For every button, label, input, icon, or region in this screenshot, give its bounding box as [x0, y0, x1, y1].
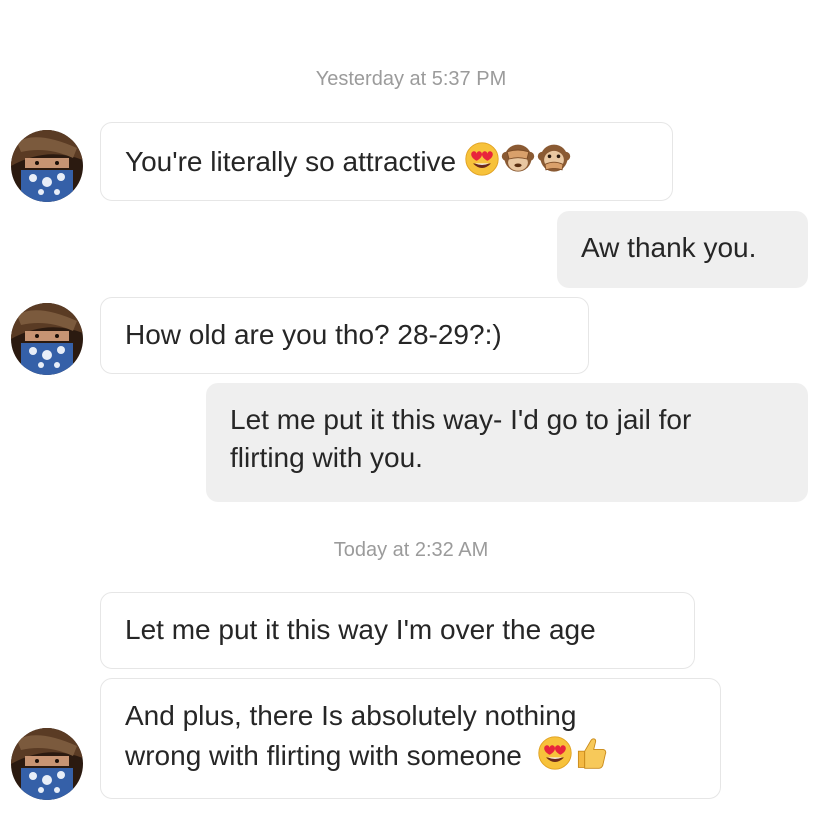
heart-eyes-emoji-icon	[464, 141, 500, 177]
message-text: Let me put it this way I'm over the age	[125, 614, 596, 645]
thumbs-up-icon	[573, 735, 609, 771]
message-bubble-incoming[interactable]: And plus, there Is absolutely nothing wr…	[100, 678, 721, 799]
timestamp-yesterday: Yesterday at 5:37 PM	[315, 68, 507, 90]
avatar[interactable]	[11, 303, 83, 375]
message-text-line: wrong with flirting with someone	[125, 735, 698, 775]
avatar[interactable]	[11, 728, 83, 800]
message-text-line: And plus, there Is absolutely nothing	[125, 700, 577, 731]
avatar-image	[11, 728, 83, 800]
message-bubble-outgoing[interactable]: Aw thank you.	[557, 211, 808, 288]
message-text-line: Let me put it this way- I'd go to jail f…	[230, 404, 692, 435]
timestamp-today: Today at 2:32 AM	[333, 539, 489, 561]
message-text: You're literally so attractive	[125, 146, 457, 177]
avatar-image	[11, 130, 83, 202]
message-text: How old are you tho? 28-29?:)	[125, 319, 502, 350]
message-text: wrong with flirting with someone	[125, 740, 522, 771]
avatar[interactable]	[11, 130, 83, 202]
heart-eyes-emoji-icon	[537, 735, 573, 771]
message-text-line: flirting with you.	[230, 442, 423, 473]
message-bubble-outgoing[interactable]: Let me put it this way- I'd go to jail f…	[206, 383, 808, 502]
speak-no-evil-monkey-icon	[536, 141, 572, 177]
message-bubble-incoming[interactable]: You're literally so attractive	[100, 122, 673, 201]
see-no-evil-monkey-icon	[500, 141, 536, 177]
avatar-image	[11, 303, 83, 375]
message-bubble-incoming[interactable]: Let me put it this way I'm over the age	[100, 592, 695, 669]
message-bubble-incoming[interactable]: How old are you tho? 28-29?:)	[100, 297, 589, 374]
message-text: Aw thank you.	[581, 232, 757, 263]
